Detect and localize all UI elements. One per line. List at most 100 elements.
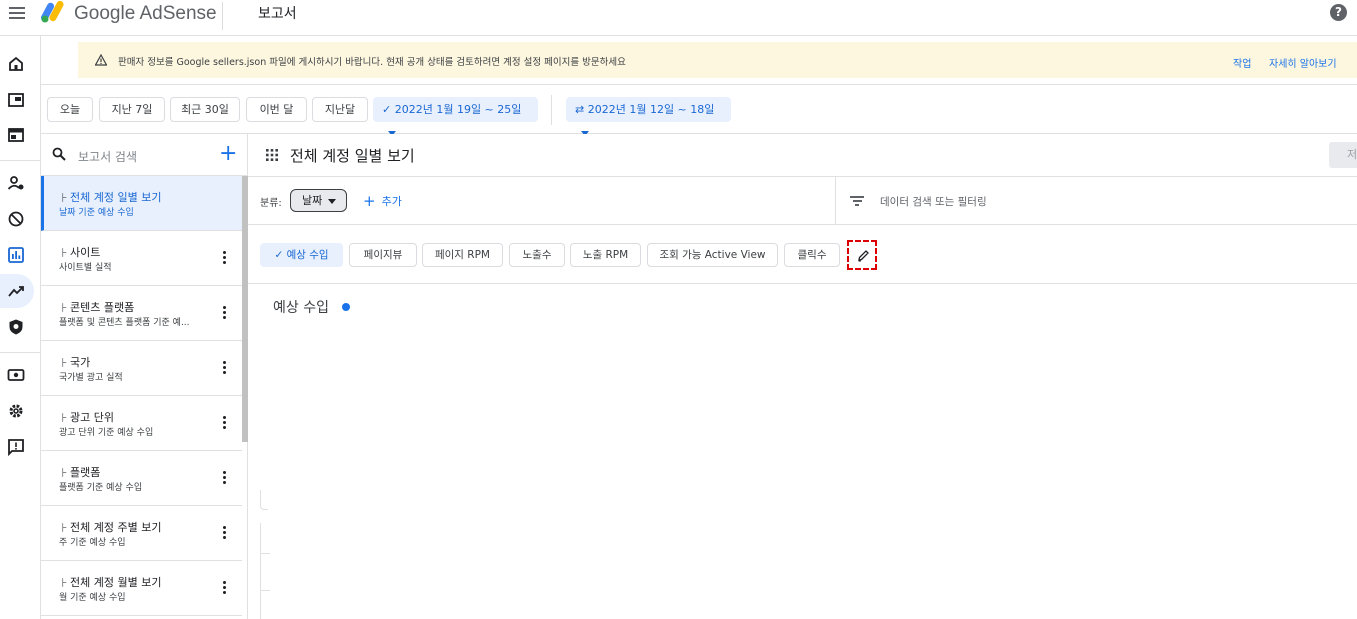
report-item[interactable]: ⺊ 국가 국가별 광고 실적 (41, 341, 242, 396)
block-icon[interactable] (7, 210, 25, 228)
preset-today[interactable]: 오늘 (47, 97, 93, 122)
menu-icon[interactable] (9, 7, 25, 19)
more-vert-icon[interactable] (223, 471, 227, 485)
top-bar: Google AdSense 보고서 ? (0, 0, 1357, 36)
report-title-row: ⺊ 콘텐츠 플랫폼 (59, 299, 134, 315)
preset-last-month[interactable]: 지난달 (312, 97, 368, 122)
metric-chip-estimated-earnings[interactable]: ✓ 예상 수입 (260, 243, 343, 267)
report-title-row: ⺊ 전체 계정 주별 보기 (59, 519, 161, 535)
earnings-chart: 예상 수입 (260, 285, 1357, 510)
breakdown-select[interactable]: 날짜 (290, 189, 347, 212)
help-icon[interactable]: ? (1330, 4, 1347, 21)
filter-icon (850, 196, 864, 206)
report-title-row: ⺊ 국가 (59, 354, 90, 370)
report-subtitle: 국가별 광고 실적 (59, 373, 123, 383)
more-vert-icon[interactable] (223, 306, 227, 320)
breakdown-label: 분류: (260, 198, 282, 209)
date-range-selector[interactable]: ✓ 2022년 1월 19일 ~ 25일 (373, 97, 538, 136)
sparkline-icon: ⺊ (59, 524, 69, 534)
add-breakdown-button[interactable]: + 추가 (363, 192, 402, 210)
series-legend-dot (342, 303, 350, 311)
report-title-row: ⺊ 광고 단위 (59, 409, 114, 425)
check-icon: ✓ (274, 249, 287, 261)
report-item[interactable]: ⺊ 광고 단위 광고 단위 기준 예상 수입 (41, 396, 242, 451)
preset-last-30-days[interactable]: 최근 30일 (170, 97, 240, 122)
nav-rail (0, 36, 41, 619)
report-item[interactable]: ⺊ 전체 계정 주별 보기 주 기준 예상 수입 (41, 506, 242, 561)
privacy-icon[interactable] (7, 318, 25, 336)
metric-chips: ✓ 예상 수입 페이지뷰 페이지 RPM 노출수 노출 RPM 조회 가능 Ac… (248, 225, 1357, 284)
breakdown-value: 날짜 (302, 194, 323, 207)
report-search[interactable]: 보고서 검색 + (41, 134, 248, 176)
metric-chip-impression-rpm[interactable]: 노출 RPM (570, 243, 641, 267)
report-title: 콘텐츠 플랫폼 (70, 301, 135, 314)
banner-action-link[interactable]: 작업 (1233, 55, 1251, 70)
add-report-icon[interactable]: + (219, 143, 237, 165)
compare-range-selector[interactable]: ⇄ 2022년 1월 12일 ~ 18일 (566, 97, 731, 136)
report-subtitle: 월 기준 예상 수입 (59, 593, 126, 603)
adsense-logo-icon (40, 0, 64, 23)
table-divider (260, 590, 270, 591)
ads-icon[interactable] (7, 91, 25, 109)
report-title-row: ⺊ 플랫폼 (59, 464, 100, 480)
report-title: 전체 계정 월별 보기 (70, 576, 162, 589)
rail-divider (0, 160, 40, 161)
reports-list-panel: 보고서 검색 + ⺊ 전체 계정 일별 보기 날짜 기준 예상 수입 ⺊ 사이트 사… (41, 134, 248, 619)
report-item[interactable]: ⺊ 콘텐츠 플랫폼 플랫폼 및 콘텐츠 플랫폼 기준 예... (41, 286, 242, 341)
report-subtitle: 광고 단위 기준 예상 수입 (59, 428, 154, 438)
learn-more-link[interactable]: 자세히 알아보기 (1269, 55, 1337, 70)
report-subtitle: 플랫폼 기준 예상 수입 (59, 483, 143, 493)
account-icon[interactable] (7, 174, 25, 192)
report-subtitle: 주 기준 예상 수입 (59, 538, 126, 548)
report-item[interactable]: ⺊ 전체 계정 월별 보기 월 기준 예상 수입 (41, 561, 242, 616)
metric-chip-clicks[interactable]: 클릭수 (784, 243, 840, 267)
more-vert-icon[interactable] (223, 361, 227, 375)
home-icon[interactable] (7, 55, 25, 73)
check-icon: ✓ (382, 103, 392, 116)
date-range-label: 2022년 1월 19일 ~ 25일 (394, 103, 522, 116)
report-subtitle: 플랫폼 및 콘텐츠 플랫폼 기준 예... (59, 318, 190, 328)
report-item[interactable]: ⺊ 전체 계정 일별 보기 날짜 기준 예상 수입 (41, 176, 242, 231)
filter-input[interactable]: 데이터 검색 또는 필터링 (880, 194, 987, 209)
sparkline-icon: ⺊ (59, 414, 69, 424)
dropdown-caret-icon (328, 198, 337, 204)
apps-grid-icon[interactable] (266, 149, 278, 161)
metric-chip-impressions[interactable]: 노출수 (509, 243, 565, 267)
save-button[interactable]: 저 (1329, 142, 1357, 168)
edit-metrics-button[interactable] (847, 240, 877, 270)
sparkline-icon: ⺊ (59, 469, 69, 479)
more-vert-icon[interactable] (223, 581, 227, 595)
metric-chip-page-rpm[interactable]: 페이지 RPM (422, 243, 503, 267)
date-range-bar: 오늘 지난 7일 최근 30일 이번 달 지난달 ✓ 2022년 1월 19일 … (41, 84, 1357, 136)
report-title-row: ⺊ 전체 계정 월별 보기 (59, 574, 161, 590)
table-divider (260, 553, 270, 554)
report-subtitle: 날짜 기준 예상 수입 (59, 208, 134, 218)
compare-icon: ⇄ (575, 103, 585, 116)
search-icon (52, 147, 66, 161)
settings-icon[interactable] (7, 402, 25, 420)
metric-chip-active-view[interactable]: 조회 가능 Active View (647, 243, 778, 267)
report-title: 사이트 (70, 246, 101, 259)
reports-icon[interactable] (7, 246, 25, 264)
brand-name: Google AdSense (74, 3, 217, 24)
optimization-icon[interactable] (7, 282, 25, 300)
sites-icon[interactable] (7, 126, 25, 144)
feedback-icon[interactable] (7, 438, 25, 456)
more-vert-icon[interactable] (223, 526, 227, 540)
sparkline-icon: ⺊ (59, 194, 69, 204)
search-input[interactable]: 보고서 검색 (78, 148, 137, 165)
warning-icon (95, 54, 107, 66)
report-item[interactable]: ⺊ 플랫폼 플랫폼 기준 예상 수입 (41, 451, 242, 506)
more-vert-icon[interactable] (223, 416, 227, 430)
banner-message: 판매자 정보를 Google sellers.json 파일에 게시하시기 바랍… (118, 57, 626, 68)
report-title: 플랫폼 (70, 466, 101, 479)
report-title: 전체 계정 일별 보기 (290, 147, 415, 165)
preset-last-7-days[interactable]: 지난 7일 (99, 97, 165, 122)
more-vert-icon[interactable] (223, 251, 227, 265)
notice-banner: 판매자 정보를 Google sellers.json 파일에 게시하시기 바랍… (78, 42, 1357, 78)
report-item[interactable]: ⺊ 사이트 사이트별 실적 (41, 231, 242, 286)
metric-chip-pageviews[interactable]: 페이지뷰 (349, 243, 417, 267)
report-title: 전체 계정 주별 보기 (70, 521, 162, 534)
payments-icon[interactable] (7, 366, 25, 384)
preset-this-month[interactable]: 이번 달 (246, 97, 307, 122)
